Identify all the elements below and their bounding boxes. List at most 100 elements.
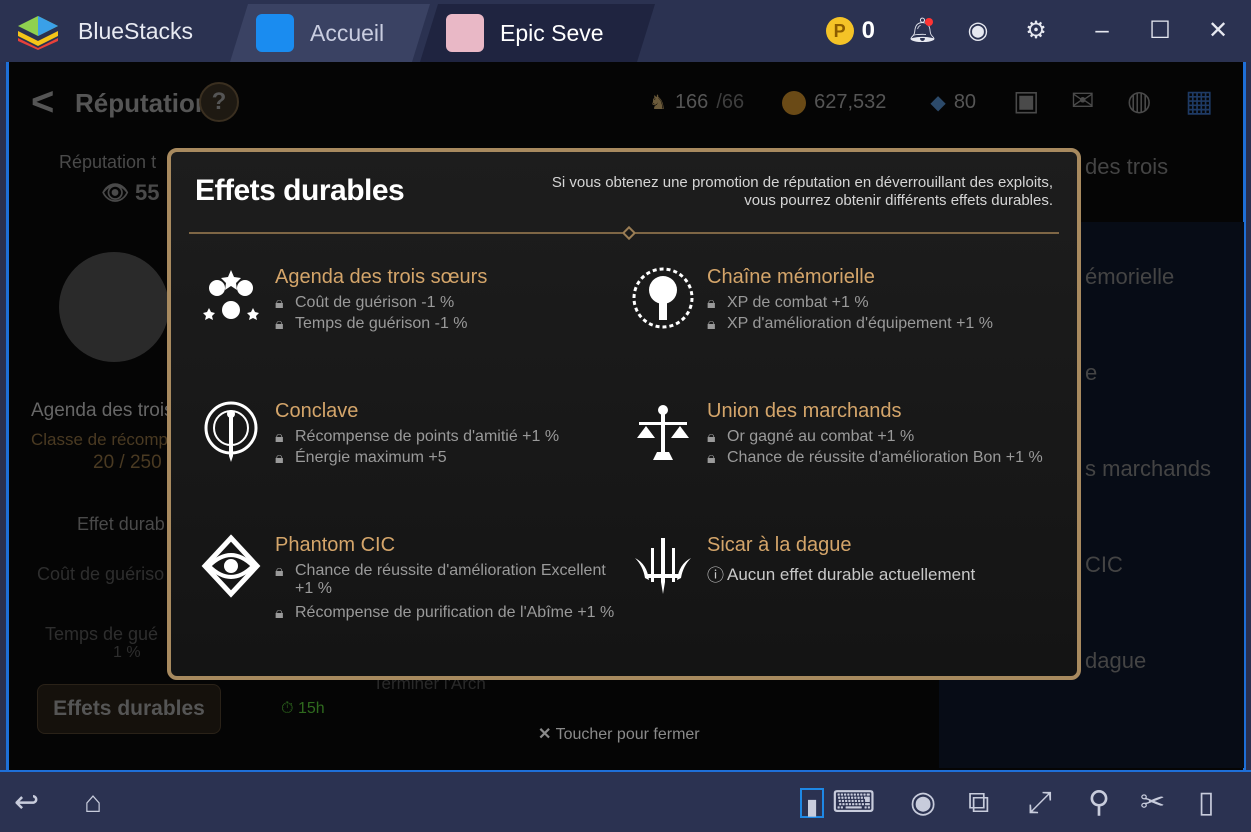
durable-effects-button[interactable]: Effets durables	[37, 684, 221, 734]
info-text: ⓘ Aucun effet durable actuellement	[707, 565, 976, 585]
lock-icon: 🔒︎	[275, 605, 284, 622]
phantom-eye-emblem-icon	[201, 534, 261, 598]
reward-progress: 20 / 250	[93, 452, 162, 473]
app-name: BlueStacks	[78, 18, 194, 44]
lock-icon: 🔒︎	[275, 429, 284, 446]
game-avatar-icon	[446, 14, 484, 52]
modal-title: Effets durables	[195, 174, 405, 207]
effect-item: 🔒︎ Or gagné au combat +1 %	[707, 428, 915, 446]
effect-row: Temps de gué	[45, 624, 159, 644]
tab-label: Accueil	[310, 19, 385, 46]
gold-icon	[782, 90, 807, 115]
effect-row: Coût de guériso	[37, 564, 165, 584]
effect-value: 1 %	[113, 644, 141, 661]
back-arrow-icon[interactable]: ↩	[14, 786, 39, 820]
faction-name: Agenda des trois sœurs	[275, 266, 488, 288]
lock-icon: 🔒︎	[707, 429, 716, 446]
faction-name: Phantom CIC	[275, 534, 396, 556]
effect-item: 🔒︎ Temps de guérison -1 %	[275, 315, 468, 333]
durable-effects-modal: Effets durables Si vous obtenez une prom…	[167, 148, 1081, 680]
scissors-icon[interactable]: ✂	[1140, 786, 1165, 820]
title-bar: BlueStacks Accueil Epic Seve P 0 🔔︎ ◉ ⚙ …	[0, 0, 1251, 62]
gold-value: 627,532	[814, 91, 887, 113]
tab-home[interactable]: Accueil	[230, 4, 430, 62]
coin-count: 0	[861, 17, 875, 44]
help-button[interactable]: ?	[199, 82, 239, 122]
effect-item: 🔒︎ Récompense de points d'amitié +1 %	[275, 428, 560, 446]
inventory-icon[interactable]: ▣	[1013, 84, 1039, 117]
lock-icon: 🔒︎	[275, 295, 284, 312]
lock-icon: 🔒︎	[707, 295, 716, 312]
effect-item: 🔒︎ Énergie maximum +5	[275, 449, 447, 467]
menu-grid-icon[interactable]: ▦	[1185, 84, 1213, 119]
lock-icon: 🔒︎	[707, 316, 716, 333]
lock-icon: 🔒︎	[275, 316, 284, 333]
effect-item: 🔒︎ XP de combat +1 %	[707, 294, 869, 312]
dagger-emblem-icon	[635, 538, 691, 594]
home-icon	[256, 14, 294, 52]
bluestacks-logo-icon	[18, 16, 58, 50]
effect-item: 🔒︎ Récompense de purification de l'Abîme …	[275, 604, 615, 622]
reputation-value: 👁︎ 55	[101, 180, 160, 205]
faction-list-item[interactable]: CIC	[1085, 552, 1123, 578]
account-icon[interactable]: ◉	[965, 18, 991, 44]
faction-list-item[interactable]: des trois	[1085, 154, 1168, 180]
tab-label: Epic Seve	[500, 19, 604, 46]
effect-item: 🔒︎ XP d'amélioration d'équipement +1 %	[707, 315, 993, 333]
keymap-toggle-icon[interactable]: ▮	[800, 788, 824, 819]
stamina-value: 166	[674, 91, 709, 113]
gear-icon[interactable]: ⚙	[1023, 18, 1049, 44]
reputation-label: Réputation t	[59, 152, 157, 172]
mail-icon[interactable]: ✉	[1071, 84, 1094, 117]
fullscreen-icon[interactable]: ⤢	[1028, 786, 1052, 820]
effect-item: 🔒︎ Chance de réussite d'amélioration Bon …	[707, 449, 1043, 467]
page-title: Réputation	[75, 88, 211, 118]
home-icon[interactable]: ⌂	[84, 786, 102, 820]
location-icon[interactable]: ⚲	[1088, 786, 1110, 820]
minimize-icon[interactable]: –	[1089, 18, 1115, 44]
crystal-value: 80	[953, 91, 977, 113]
lock-icon: 🔒︎	[275, 450, 284, 467]
faction-name: Chaîne mémorielle	[707, 266, 875, 288]
lock-icon: 🔒︎	[275, 563, 284, 580]
tap-to-close[interactable]: ✕ Toucher pour fermer	[538, 724, 700, 744]
bell-icon[interactable]: 🔔︎	[907, 18, 937, 44]
effect-item: 🔒︎ Chance de réussite d'amélioration Exce…	[275, 562, 606, 597]
shake-phone-icon[interactable]: ▯	[1198, 786, 1215, 820]
faction-list-item[interactable]: émorielle	[1085, 264, 1174, 290]
keyboard-icon[interactable]: ⌨	[832, 786, 875, 820]
faction-name: Sicar à la dague	[707, 534, 852, 556]
timer-label: ⏱ 15h	[281, 700, 325, 717]
bottom-toolbar: ↩ ⌂ ▮ ⌨ ◉ ⧉ ⤢ ⚲ ✂ ▯	[0, 770, 1251, 832]
three-sisters-emblem-icon	[203, 270, 259, 320]
faction-list-item[interactable]: s marchands	[1085, 456, 1211, 482]
coin-icon[interactable]: P	[825, 17, 854, 45]
close-x-icon: ✕	[538, 726, 552, 743]
faction-name: Conclave	[275, 400, 359, 422]
faction-emblem	[59, 252, 169, 362]
chat-icon[interactable]: ◍	[1127, 84, 1151, 117]
maximize-icon[interactable]: ☐	[1147, 18, 1173, 44]
conclave-emblem-icon	[204, 401, 258, 462]
tree-emblem-icon	[632, 267, 694, 329]
info-icon: ⓘ	[707, 566, 724, 585]
close-hint: Toucher pour fermer	[555, 726, 700, 743]
effect-heading: Effet durab	[77, 514, 165, 534]
merchants-scale-emblem-icon	[637, 405, 689, 460]
effect-item: 🔒︎ Coût de guérison -1 %	[275, 294, 455, 312]
stamina-icon: ♞	[649, 92, 667, 114]
tab-epic-seven[interactable]: Epic Seve	[420, 4, 655, 62]
close-icon[interactable]: ✕	[1205, 18, 1231, 44]
crystal-icon: ◆	[930, 92, 946, 114]
divider-ornament	[621, 225, 637, 241]
faction-list-item[interactable]: dague	[1085, 648, 1146, 674]
faction-name: Union des marchands	[707, 400, 902, 422]
faction-name: Agenda des trois	[31, 400, 174, 421]
back-icon[interactable]: <	[31, 80, 54, 125]
eye-icon[interactable]: ◉	[910, 786, 936, 820]
lock-icon: 🔒︎	[707, 450, 716, 467]
stamina-max: /66	[716, 91, 745, 113]
faction-list-item[interactable]: e	[1085, 360, 1097, 386]
rotate-icon[interactable]: ⧉	[968, 786, 989, 820]
reward-class: Classe de récomp	[31, 430, 169, 449]
